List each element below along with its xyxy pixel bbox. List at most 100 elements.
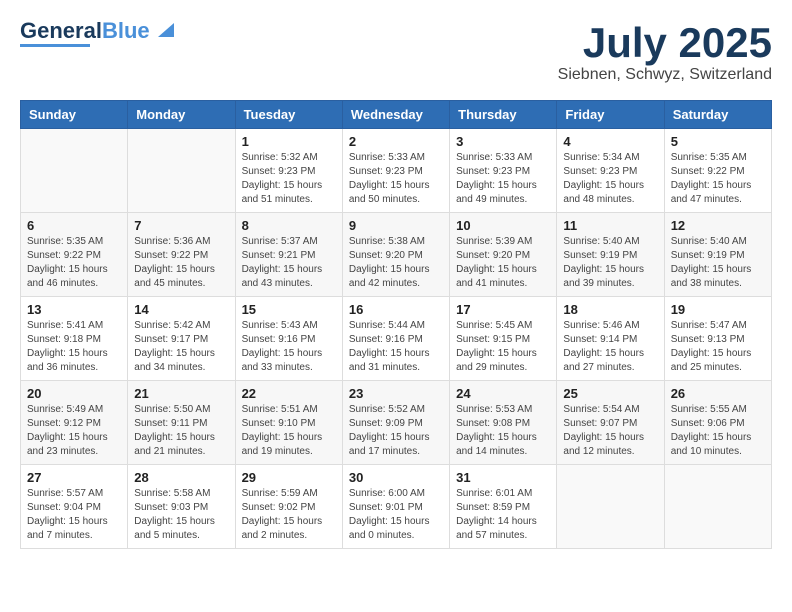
day-number: 12 xyxy=(671,218,765,233)
day-cell: 5 Sunrise: 5:35 AM Sunset: 9:22 PM Daylig… xyxy=(664,129,771,213)
logo-icon xyxy=(152,19,174,41)
day-info: Sunrise: 5:36 AM Sunset: 9:22 PM Dayligh… xyxy=(134,235,228,291)
day-number: 29 xyxy=(242,470,336,485)
day-info: Sunrise: 5:50 AM Sunset: 9:11 PM Dayligh… xyxy=(134,403,228,459)
weekday-header-friday: Friday xyxy=(557,101,664,129)
weekday-header-wednesday: Wednesday xyxy=(342,101,449,129)
day-number: 14 xyxy=(134,302,228,317)
location: Siebnen, Schwyz, Switzerland xyxy=(558,66,772,84)
page-header: GeneralBlue July 2025 Siebnen, Schwyz, S… xyxy=(20,20,772,84)
day-info: Sunrise: 5:44 AM Sunset: 9:16 PM Dayligh… xyxy=(349,319,443,375)
day-number: 28 xyxy=(134,470,228,485)
week-row-4: 20Sunrise: 5:49 AM Sunset: 9:12 PM Dayli… xyxy=(21,381,772,465)
week-row-3: 13 Sunrise: 5:41 AM Sunset: 9:18 PM Dayli… xyxy=(21,297,772,381)
weekday-header-monday: Monday xyxy=(128,101,235,129)
day-number: 5 xyxy=(671,134,765,149)
day-cell: 4 Sunrise: 5:34 AM Sunset: 9:23 PM Daylig… xyxy=(557,129,664,213)
day-cell: 20Sunrise: 5:49 AM Sunset: 9:12 PM Dayli… xyxy=(21,381,128,465)
day-cell: 3 Sunrise: 5:33 AM Sunset: 9:23 PM Daylig… xyxy=(450,129,557,213)
day-number: 8 xyxy=(242,218,336,233)
day-info: Sunrise: 6:01 AM Sunset: 8:59 PM Dayligh… xyxy=(456,487,550,543)
day-cell: 28 Sunrise: 5:58 AM Sunset: 9:03 PM Dayli… xyxy=(128,465,235,549)
day-cell: 18 Sunrise: 5:46 AM Sunset: 9:14 PM Dayli… xyxy=(557,297,664,381)
day-number: 19 xyxy=(671,302,765,317)
day-cell: 27 Sunrise: 5:57 AM Sunset: 9:04 PM Dayli… xyxy=(21,465,128,549)
day-number: 18 xyxy=(563,302,657,317)
day-number: 23 xyxy=(349,386,443,401)
day-info: Sunrise: 5:42 AM Sunset: 9:17 PM Dayligh… xyxy=(134,319,228,375)
logo-line xyxy=(20,44,90,47)
day-info: Sunrise: 5:58 AM Sunset: 9:03 PM Dayligh… xyxy=(134,487,228,543)
day-cell: 2 Sunrise: 5:33 AM Sunset: 9:23 PM Daylig… xyxy=(342,129,449,213)
day-cell: 13 Sunrise: 5:41 AM Sunset: 9:18 PM Dayli… xyxy=(21,297,128,381)
day-cell: 29 Sunrise: 5:59 AM Sunset: 9:02 PM Dayli… xyxy=(235,465,342,549)
day-info: Sunrise: 5:43 AM Sunset: 9:16 PM Dayligh… xyxy=(242,319,336,375)
weekday-header-sunday: Sunday xyxy=(21,101,128,129)
day-info: Sunrise: 5:35 AM Sunset: 9:22 PM Dayligh… xyxy=(671,151,765,207)
day-cell: 7 Sunrise: 5:36 AM Sunset: 9:22 PM Daylig… xyxy=(128,213,235,297)
day-number: 24 xyxy=(456,386,550,401)
day-number: 25 xyxy=(563,386,657,401)
day-number: 4 xyxy=(563,134,657,149)
day-number: 10 xyxy=(456,218,550,233)
day-cell: 23Sunrise: 5:52 AM Sunset: 9:09 PM Dayli… xyxy=(342,381,449,465)
day-number: 13 xyxy=(27,302,121,317)
day-number: 1 xyxy=(242,134,336,149)
day-cell: 31 Sunrise: 6:01 AM Sunset: 8:59 PM Dayli… xyxy=(450,465,557,549)
day-cell: 30 Sunrise: 6:00 AM Sunset: 9:01 PM Dayli… xyxy=(342,465,449,549)
day-number: 17 xyxy=(456,302,550,317)
day-number: 21 xyxy=(134,386,228,401)
day-info: Sunrise: 5:40 AM Sunset: 9:19 PM Dayligh… xyxy=(671,235,765,291)
day-info: Sunrise: 5:34 AM Sunset: 9:23 PM Dayligh… xyxy=(563,151,657,207)
day-number: 22 xyxy=(242,386,336,401)
day-number: 3 xyxy=(456,134,550,149)
day-cell: 15 Sunrise: 5:43 AM Sunset: 9:16 PM Dayli… xyxy=(235,297,342,381)
day-number: 30 xyxy=(349,470,443,485)
logo: GeneralBlue xyxy=(20,20,174,47)
day-cell xyxy=(128,129,235,213)
logo-text: GeneralBlue xyxy=(20,20,150,42)
day-number: 11 xyxy=(563,218,657,233)
day-info: Sunrise: 5:45 AM Sunset: 9:15 PM Dayligh… xyxy=(456,319,550,375)
day-number: 9 xyxy=(349,218,443,233)
weekday-header-tuesday: Tuesday xyxy=(235,101,342,129)
day-cell xyxy=(21,129,128,213)
day-info: Sunrise: 5:38 AM Sunset: 9:20 PM Dayligh… xyxy=(349,235,443,291)
day-cell: 11 Sunrise: 5:40 AM Sunset: 9:19 PM Dayli… xyxy=(557,213,664,297)
day-cell: 6Sunrise: 5:35 AM Sunset: 9:22 PM Daylig… xyxy=(21,213,128,297)
day-info: Sunrise: 5:59 AM Sunset: 9:02 PM Dayligh… xyxy=(242,487,336,543)
day-cell: 9 Sunrise: 5:38 AM Sunset: 9:20 PM Daylig… xyxy=(342,213,449,297)
day-number: 2 xyxy=(349,134,443,149)
day-info: Sunrise: 5:55 AM Sunset: 9:06 PM Dayligh… xyxy=(671,403,765,459)
day-info: Sunrise: 5:53 AM Sunset: 9:08 PM Dayligh… xyxy=(456,403,550,459)
day-info: Sunrise: 5:39 AM Sunset: 9:20 PM Dayligh… xyxy=(456,235,550,291)
day-info: Sunrise: 5:47 AM Sunset: 9:13 PM Dayligh… xyxy=(671,319,765,375)
day-info: Sunrise: 5:32 AM Sunset: 9:23 PM Dayligh… xyxy=(242,151,336,207)
week-row-1: 1 Sunrise: 5:32 AM Sunset: 9:23 PM Daylig… xyxy=(21,129,772,213)
day-info: Sunrise: 5:40 AM Sunset: 9:19 PM Dayligh… xyxy=(563,235,657,291)
weekday-header-row: SundayMondayTuesdayWednesdayThursdayFrid… xyxy=(21,101,772,129)
day-info: Sunrise: 6:00 AM Sunset: 9:01 PM Dayligh… xyxy=(349,487,443,543)
day-info: Sunrise: 5:33 AM Sunset: 9:23 PM Dayligh… xyxy=(349,151,443,207)
day-info: Sunrise: 5:41 AM Sunset: 9:18 PM Dayligh… xyxy=(27,319,121,375)
day-number: 31 xyxy=(456,470,550,485)
day-info: Sunrise: 5:37 AM Sunset: 9:21 PM Dayligh… xyxy=(242,235,336,291)
day-cell: 10 Sunrise: 5:39 AM Sunset: 9:20 PM Dayli… xyxy=(450,213,557,297)
day-info: Sunrise: 5:46 AM Sunset: 9:14 PM Dayligh… xyxy=(563,319,657,375)
weekday-header-saturday: Saturday xyxy=(664,101,771,129)
day-number: 27 xyxy=(27,470,121,485)
day-cell: 24 Sunrise: 5:53 AM Sunset: 9:08 PM Dayli… xyxy=(450,381,557,465)
day-info: Sunrise: 5:57 AM Sunset: 9:04 PM Dayligh… xyxy=(27,487,121,543)
day-number: 20 xyxy=(27,386,121,401)
day-cell: 19 Sunrise: 5:47 AM Sunset: 9:13 PM Dayli… xyxy=(664,297,771,381)
day-cell: 14 Sunrise: 5:42 AM Sunset: 9:17 PM Dayli… xyxy=(128,297,235,381)
day-cell xyxy=(664,465,771,549)
day-cell: 17 Sunrise: 5:45 AM Sunset: 9:15 PM Dayli… xyxy=(450,297,557,381)
day-info: Sunrise: 5:33 AM Sunset: 9:23 PM Dayligh… xyxy=(456,151,550,207)
title-area: July 2025 Siebnen, Schwyz, Switzerland xyxy=(558,20,772,84)
day-cell: 16Sunrise: 5:44 AM Sunset: 9:16 PM Dayli… xyxy=(342,297,449,381)
day-number: 15 xyxy=(242,302,336,317)
day-info: Sunrise: 5:51 AM Sunset: 9:10 PM Dayligh… xyxy=(242,403,336,459)
day-number: 7 xyxy=(134,218,228,233)
day-cell: 21 Sunrise: 5:50 AM Sunset: 9:11 PM Dayli… xyxy=(128,381,235,465)
